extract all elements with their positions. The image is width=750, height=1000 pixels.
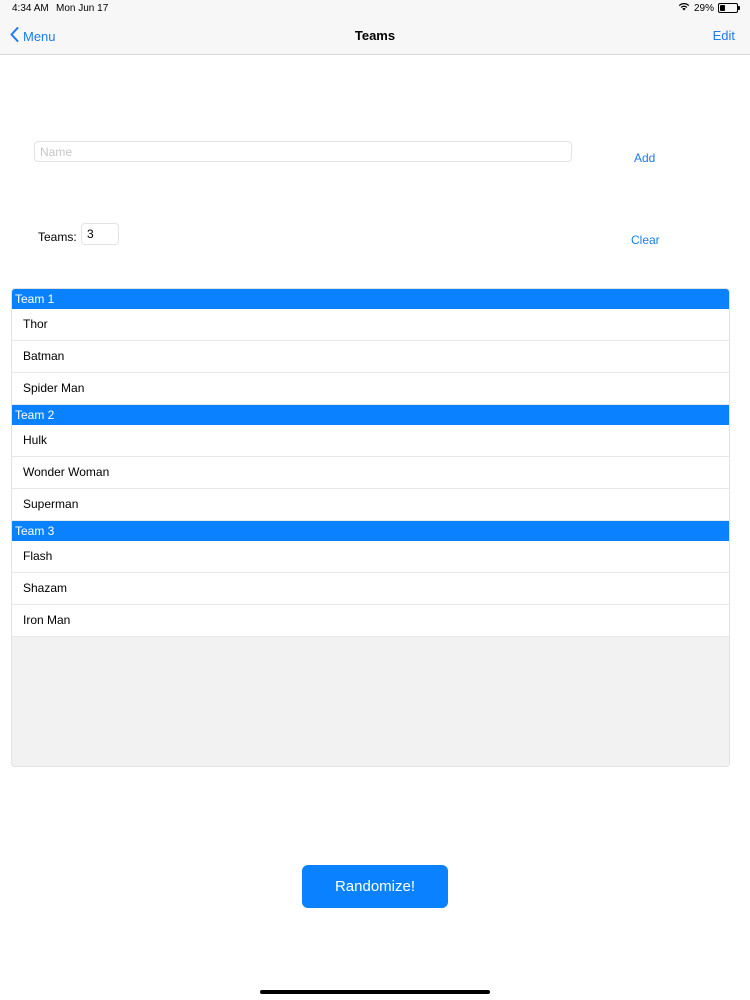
wifi-icon — [678, 2, 690, 14]
home-indicator[interactable] — [260, 990, 490, 994]
team-member-row[interactable]: Flash — [12, 541, 729, 573]
team-header: Team 1 — [12, 289, 729, 309]
clear-button[interactable]: Clear — [631, 233, 660, 247]
battery-percent: 29% — [693, 2, 714, 14]
team-list[interactable]: Team 1 Thor Batman Spider Man Team 2 Hul… — [11, 288, 730, 767]
teams-count-input[interactable] — [81, 223, 119, 245]
edit-button[interactable]: Edit — [713, 28, 735, 43]
add-button[interactable]: Add — [634, 151, 655, 165]
team-member-row[interactable]: Batman — [12, 341, 729, 373]
team-header: Team 3 — [12, 521, 729, 541]
status-time: 4:34 AM — [12, 3, 49, 14]
team-member-row[interactable]: Hulk — [12, 425, 729, 457]
team-member-row[interactable]: Iron Man — [12, 605, 729, 637]
team-member-row[interactable]: Wonder Woman — [12, 457, 729, 489]
team-member-row[interactable]: Superman — [12, 489, 729, 521]
status-right: 29% — [678, 2, 740, 14]
team-member-row[interactable]: Spider Man — [12, 373, 729, 405]
team-member-row[interactable]: Thor — [12, 309, 729, 341]
navigation-bar: Menu Teams Edit — [0, 18, 750, 55]
team-header: Team 2 — [12, 405, 729, 425]
battery-fill — [720, 5, 725, 11]
status-bar: 4:34 AM Mon Jun 17 29% — [0, 0, 750, 18]
battery-icon — [718, 3, 740, 13]
status-date: Mon Jun 17 — [56, 3, 109, 14]
teams-count-label: Teams: — [38, 230, 77, 244]
randomize-button[interactable]: Randomize! — [302, 865, 448, 908]
team-member-row[interactable]: Shazam — [12, 573, 729, 605]
page-title: Teams — [354, 28, 396, 43]
name-input[interactable] — [34, 141, 572, 162]
